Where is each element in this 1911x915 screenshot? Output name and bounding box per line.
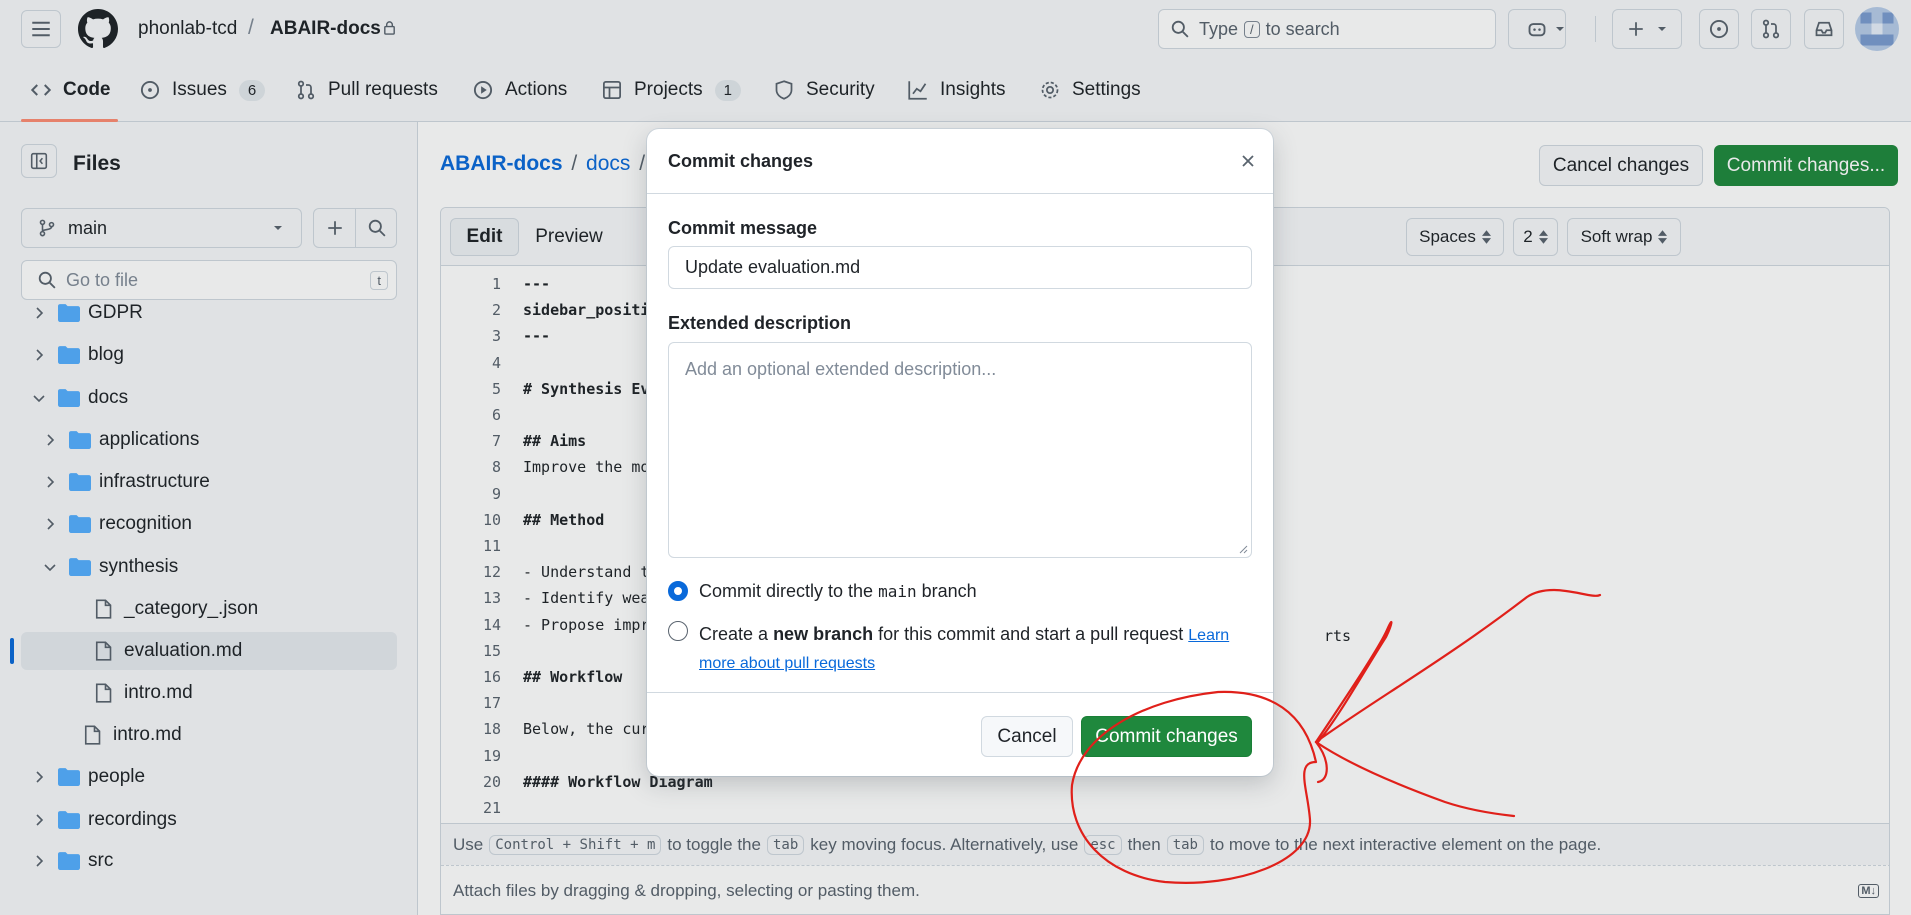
dialog-footer-divider <box>647 692 1273 693</box>
radio-new-branch[interactable] <box>668 621 688 641</box>
dialog-title: Commit changes <box>668 151 814 171</box>
learn-more-link[interactable]: more about pull requests <box>699 655 875 672</box>
commit-dialog: Commit changes Commit message Update eva… <box>647 129 1273 776</box>
commit-direct-label[interactable]: Commit directly to the main branch <box>699 581 977 602</box>
close-icon <box>1242 155 1254 167</box>
dialog-header-divider <box>647 193 1273 194</box>
commit-direct-suffix: branch <box>921 581 977 601</box>
radio-commit-direct[interactable] <box>668 581 688 601</box>
commit-message-label: Commit message <box>668 218 818 238</box>
close-button[interactable] <box>1232 145 1264 177</box>
commit-message-input[interactable]: Update evaluation.md <box>668 246 1252 289</box>
resize-handle-icon[interactable] <box>1238 544 1248 554</box>
new-branch-label[interactable]: Create a new branch for this commit and … <box>699 621 1239 677</box>
commit-changes-button[interactable]: Commit changes <box>1081 716 1252 757</box>
new-branch-bold: new branch <box>773 624 874 644</box>
cancel-label: Cancel <box>997 725 1057 747</box>
new-branch-suffix: for this commit and start a pull request <box>878 624 1184 644</box>
commit-message-value: Update evaluation.md <box>685 257 861 277</box>
learn-more-link[interactable]: Learn <box>1188 627 1229 644</box>
new-branch-prefix: Create a <box>699 624 769 644</box>
commit-changes-label: Commit changes <box>1095 725 1238 747</box>
cancel-button[interactable]: Cancel <box>981 716 1073 757</box>
extended-description-textarea[interactable]: Add an optional extended description... <box>668 342 1252 558</box>
extended-description-label: Extended description <box>668 313 852 333</box>
description-placeholder: Add an optional extended description... <box>685 359 997 379</box>
commit-direct-prefix: Commit directly to the <box>699 581 874 601</box>
branch-code: main <box>878 582 917 601</box>
